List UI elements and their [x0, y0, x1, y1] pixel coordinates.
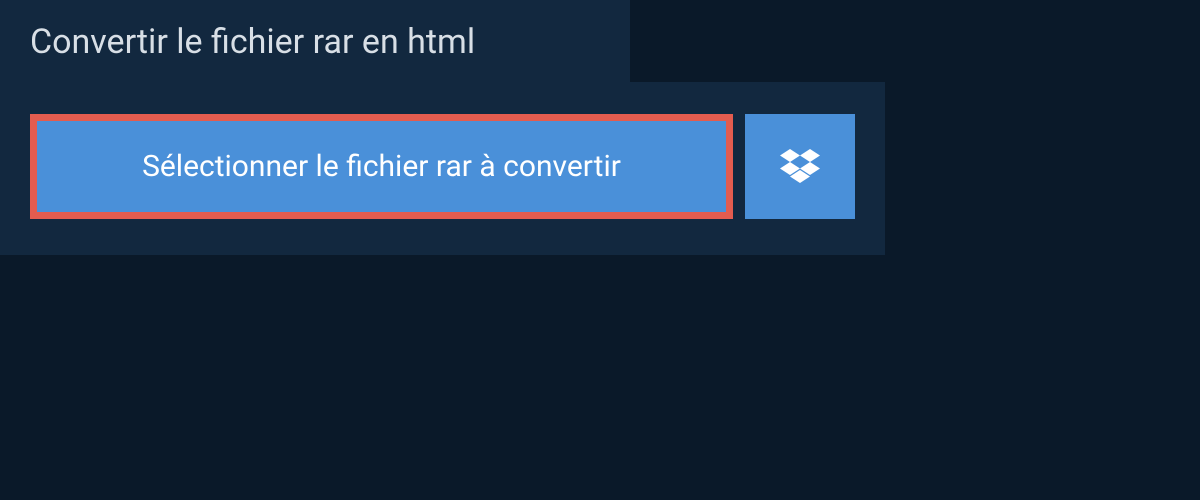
select-file-button[interactable]: Sélectionner le fichier rar à convertir	[30, 114, 733, 219]
dropbox-icon	[780, 149, 820, 185]
tab-title-text: Convertir le fichier rar en html	[30, 22, 475, 62]
tab-notch	[630, 0, 885, 82]
converter-panel: Convertir le fichier rar en html Sélecti…	[0, 0, 885, 255]
dropbox-button[interactable]	[745, 114, 855, 219]
select-file-label: Sélectionner le fichier rar à convertir	[142, 149, 621, 184]
button-row: Sélectionner le fichier rar à convertir	[0, 84, 885, 255]
tab-title[interactable]: Convertir le fichier rar en html	[0, 0, 505, 84]
